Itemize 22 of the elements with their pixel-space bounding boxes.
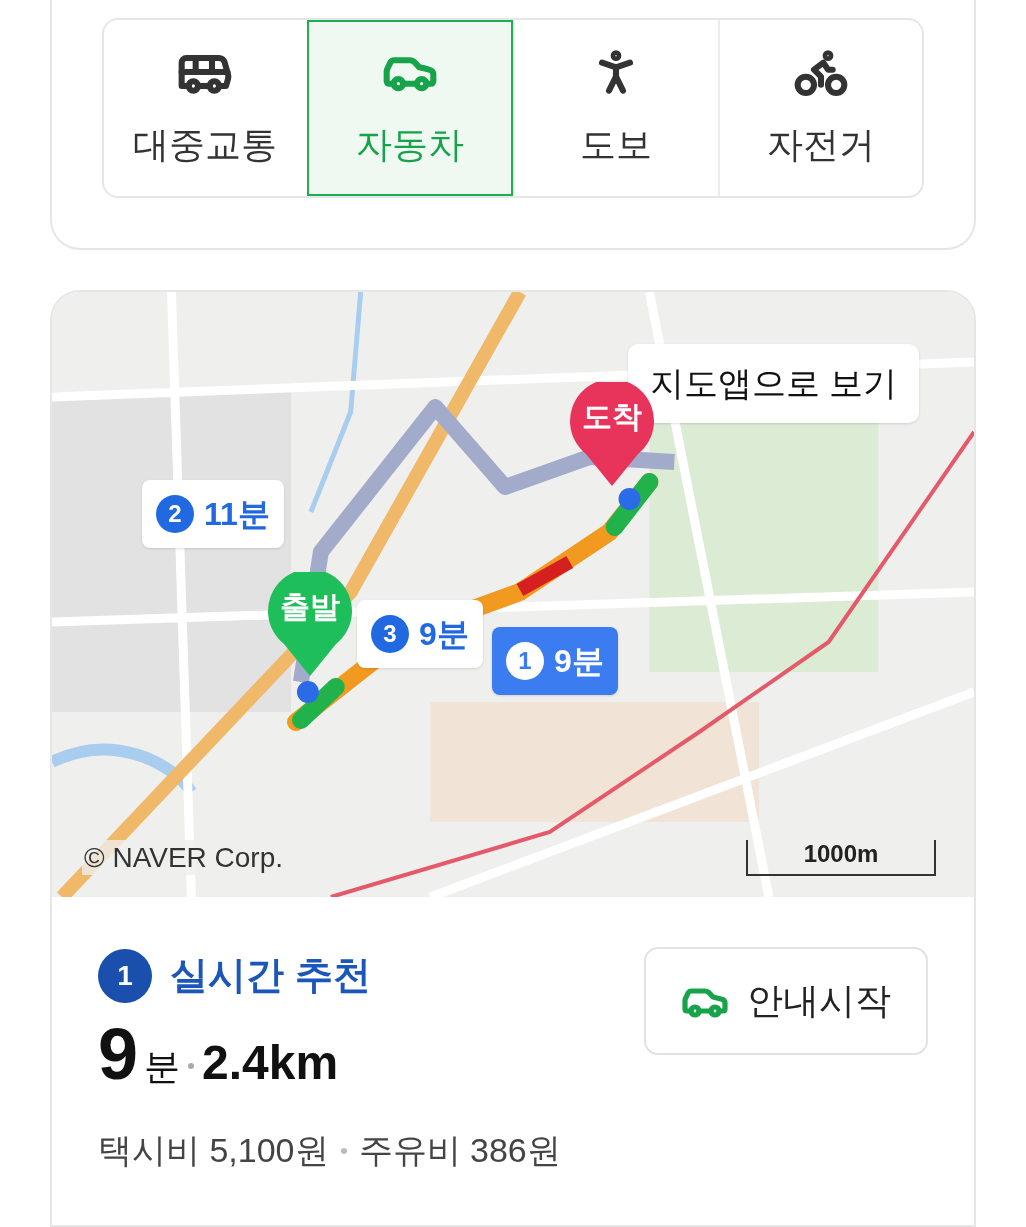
fuel-cost: 주유비 386원 bbox=[358, 1130, 561, 1171]
route-time: 9분 bbox=[554, 642, 604, 681]
route-time: 9분 bbox=[419, 615, 469, 654]
route-time-label[interactable]: 2 11분 bbox=[142, 480, 284, 548]
travel-mode-tab[interactable]: 대중교통 bbox=[104, 20, 307, 196]
route-time: 11분 bbox=[204, 495, 270, 534]
route-number-badge: 1 bbox=[506, 642, 544, 680]
travel-mode-tab[interactable]: 도보 bbox=[513, 20, 718, 196]
route-number-badge: 2 bbox=[156, 495, 194, 533]
route-title: 실시간 추천 bbox=[170, 953, 371, 998]
start-navigation-button[interactable]: 안내시작 bbox=[644, 947, 928, 1055]
duration-value: 9 bbox=[98, 1018, 139, 1090]
distance-value: 2.4km bbox=[202, 1035, 339, 1091]
map-scale: 1000m bbox=[746, 840, 936, 876]
travel-mode-tab[interactable]: 자전거 bbox=[717, 20, 922, 196]
route-time-label[interactable]: 1 9분 bbox=[492, 627, 618, 695]
taxi-fare: 택시비 5,100원 bbox=[98, 1130, 329, 1171]
duration-unit: 분 bbox=[144, 1045, 181, 1089]
route-time-label[interactable]: 3 9분 bbox=[357, 600, 483, 668]
route-number-badge: 1 bbox=[98, 948, 152, 1003]
route-number-badge: 3 bbox=[371, 615, 409, 653]
start-marker: 출발 bbox=[266, 572, 354, 676]
